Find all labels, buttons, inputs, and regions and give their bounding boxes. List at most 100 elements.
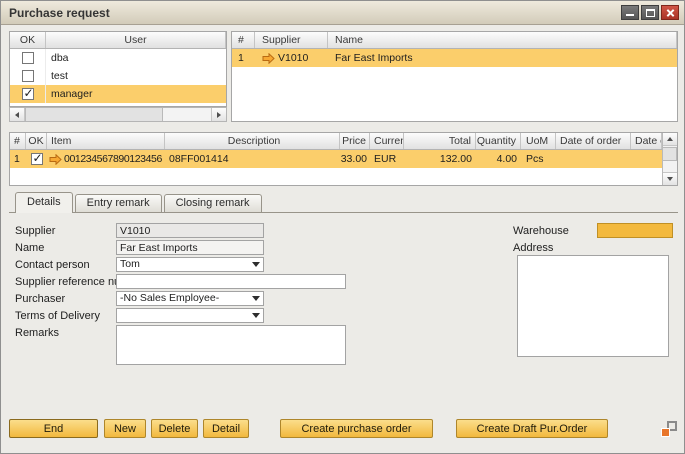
arrow-left-icon <box>15 112 19 118</box>
suppliers-col-name: Name <box>328 32 677 48</box>
create-purchase-order-button[interactable]: Create purchase order <box>280 419 433 438</box>
item-description: 08FF001414 <box>165 150 340 168</box>
supplier-code: V1010 <box>278 52 308 64</box>
contact-person-select[interactable]: Tom <box>116 257 264 272</box>
user-name: dba <box>46 49 226 67</box>
items-col-quantity: Quantity <box>476 133 521 149</box>
item-price: 33.00 <box>340 150 370 168</box>
supplier-name: Far East Imports <box>328 49 677 67</box>
items-col-price: Price <box>340 133 370 149</box>
items-col-uom: UoM <box>521 133 556 149</box>
items-col-total: Total <box>404 133 476 149</box>
chevron-down-icon <box>252 313 260 318</box>
supplier-field[interactable] <box>116 223 264 238</box>
items-table: # OK Item Description Price Curren Total… <box>9 132 678 186</box>
tab-entry-remark[interactable]: Entry remark <box>75 194 162 212</box>
arrow-down-icon <box>667 177 673 181</box>
arrow-up-icon <box>667 137 673 141</box>
users-col-user: User <box>46 32 226 48</box>
new-button[interactable]: New <box>104 419 146 438</box>
window-controls <box>621 5 679 20</box>
item-code: 001234567890123456 <box>64 153 162 165</box>
item-date-of-order <box>556 150 631 168</box>
suppliers-col-supplier: Supplier <box>255 32 328 48</box>
terms-of-delivery-select[interactable] <box>116 308 264 323</box>
scroll-up-button[interactable] <box>663 133 677 146</box>
suppliers-col-num: # <box>232 32 255 48</box>
user-name: test <box>46 67 226 85</box>
items-col-currency: Curren <box>370 133 404 149</box>
users-col-ok: OK <box>10 32 46 48</box>
contact-person-label: Contact person <box>15 259 90 271</box>
purchase-request-window: Purchase request OK User dba test manage… <box>0 0 685 454</box>
item-row[interactable]: 1 001234567890123456 08FF001414 33.00 EU… <box>10 150 662 168</box>
users-horizontal-scrollbar[interactable] <box>9 107 227 122</box>
warehouse-label: Warehouse <box>513 225 569 237</box>
minimize-button[interactable] <box>621 5 639 20</box>
window-title: Purchase request <box>9 6 110 20</box>
supplier-reference-label: Supplier reference nu <box>15 276 120 288</box>
suppliers-panel: # Supplier Name 1 V1010 Far East Imports <box>231 31 678 122</box>
tab-closing-remark[interactable]: Closing remark <box>164 194 262 212</box>
user-ok-checkbox[interactable] <box>22 52 34 64</box>
scroll-left-button[interactable] <box>10 108 25 121</box>
item-currency: EUR <box>370 150 404 168</box>
maximize-icon <box>646 9 655 17</box>
end-button[interactable]: End <box>9 419 98 438</box>
delete-button[interactable]: Delete <box>151 419 198 438</box>
scrollbar-thumb[interactable] <box>663 147 677 161</box>
close-button[interactable] <box>661 5 679 20</box>
link-arrow-icon[interactable] <box>262 53 275 64</box>
address-textarea[interactable] <box>517 255 669 357</box>
maximize-button[interactable] <box>641 5 659 20</box>
warehouse-field[interactable] <box>597 223 673 238</box>
name-field[interactable] <box>116 240 264 255</box>
scrollbar-thumb[interactable] <box>25 108 163 121</box>
detail-button[interactable]: Detail <box>203 419 249 438</box>
remarks-textarea[interactable] <box>116 325 346 365</box>
tab-baseline <box>9 212 678 213</box>
resize-grip-icon[interactable] <box>661 421 677 437</box>
items-col-description: Description <box>165 133 340 149</box>
user-row-manager[interactable]: manager <box>10 85 226 103</box>
items-header-row: # OK Item Description Price Curren Total… <box>10 133 662 150</box>
item-quantity: 4.00 <box>476 150 521 168</box>
link-arrow-icon[interactable] <box>49 154 62 165</box>
item-total: 132.00 <box>404 150 476 168</box>
user-ok-checkbox[interactable] <box>22 70 34 82</box>
item-uom: Pcs <box>521 150 556 168</box>
supplier-row-num: 1 <box>232 49 255 67</box>
scroll-right-button[interactable] <box>211 108 226 121</box>
items-col-date-of-order: Date of order <box>556 133 631 149</box>
item-date-closed <box>631 150 662 168</box>
purchaser-select[interactable]: -No Sales Employee- <box>116 291 264 306</box>
users-header-row: OK User <box>10 32 226 49</box>
item-ok-checkbox[interactable] <box>31 153 43 165</box>
user-row-test[interactable]: test <box>10 67 226 85</box>
user-ok-checkbox[interactable] <box>22 88 34 100</box>
address-label: Address <box>513 242 553 254</box>
items-col-ok: OK <box>26 133 47 149</box>
titlebar[interactable]: Purchase request <box>1 1 684 25</box>
minimize-icon <box>626 14 634 16</box>
supplier-label: Supplier <box>15 225 55 237</box>
items-col-num: # <box>10 133 26 149</box>
scroll-down-button[interactable] <box>663 172 677 185</box>
create-draft-pur-order-button[interactable]: Create Draft Pur.Order <box>456 419 608 438</box>
user-name: manager <box>46 85 226 103</box>
contact-person-value: Tom <box>120 258 249 271</box>
supplier-row[interactable]: 1 V1010 Far East Imports <box>232 49 677 67</box>
chevron-down-icon <box>252 262 260 267</box>
tab-strip: Details Entry remark Closing remark <box>9 192 678 213</box>
purchaser-label: Purchaser <box>15 293 65 305</box>
suppliers-header-row: # Supplier Name <box>232 32 677 49</box>
terms-of-delivery-label: Terms of Delivery <box>15 310 100 322</box>
chevron-down-icon <box>252 296 260 301</box>
items-vertical-scrollbar[interactable] <box>662 133 677 185</box>
name-label: Name <box>15 242 44 254</box>
user-row-dba[interactable]: dba <box>10 49 226 67</box>
tab-details[interactable]: Details <box>15 192 73 213</box>
supplier-reference-field[interactable] <box>116 274 346 289</box>
arrow-right-icon <box>217 112 221 118</box>
item-row-num: 1 <box>10 150 26 168</box>
